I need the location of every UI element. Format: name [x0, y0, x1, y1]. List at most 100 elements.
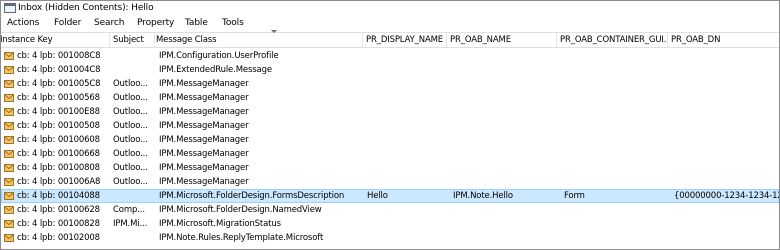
cell-message-class: IPM.Note.Rules.ReplyTemplate.Microsoft	[159, 233, 324, 243]
column-header-oab-dn[interactable]: PR_OAB_DN	[668, 33, 779, 47]
menu-actions[interactable]: Actions	[7, 18, 39, 29]
cell-display-name	[367, 91, 447, 105]
cell-message-class: IPM.Configuration.UserProfile	[159, 51, 279, 61]
table-row[interactable]: cb: 4 lpb: 00100568 Outloo... IPM.MessageM…	[1, 91, 779, 105]
table-row[interactable]: cb: 4 lpb: 001004C8 IPM.ExtendedRule.Mess…	[1, 63, 779, 77]
column-header-subject[interactable]: Subject	[110, 33, 155, 47]
cell-instance-key: cb: 4 lpb: 00100568	[17, 93, 100, 103]
cell-subject: Outloo...	[113, 93, 148, 103]
cell-message-class: IPM.ExtendedRule.Message	[159, 65, 272, 75]
table-row[interactable]: cb: 4 lpb: 001008C8 IPM.Configuration.Use…	[1, 49, 779, 63]
cell-display-name	[367, 217, 447, 231]
envelope-icon	[4, 108, 14, 116]
cell-oab-dn: {00000000-1234-1234-12...	[674, 191, 779, 201]
cell-instance-key: cb: 4 lpb: 00100628	[17, 205, 100, 215]
column-header-instance-key[interactable]: Instance Key	[1, 33, 110, 47]
cell-display-name	[367, 203, 447, 217]
cell-oab-dn	[674, 105, 779, 119]
cell-instance-key: cb: 4 lpb: 00100608	[17, 135, 100, 145]
cell-oab-container-guid	[564, 161, 668, 175]
window-app-icon	[4, 3, 16, 13]
cell-display-name	[367, 133, 447, 147]
table-row[interactable]: cb: 4 lpb: 00100628 Comp... IPM.Microsoft.…	[1, 203, 779, 217]
table-row[interactable]: cb: 4 lpb: 00100E88 Outloo... IPM.MessageM…	[1, 105, 779, 119]
cell-message-class: IPM.MessageManager	[159, 135, 249, 145]
table-row[interactable]: cb: 4 lpb: 00100508 Outloo... IPM.MessageM…	[1, 119, 779, 133]
envelope-icon	[4, 206, 14, 214]
cell-oab-container-guid	[564, 133, 668, 147]
cell-display-name: Hello	[367, 191, 388, 201]
title-bar: Inbox (Hidden Contents): Hello	[1, 1, 779, 16]
cell-message-class: IPM.MessageManager	[159, 177, 249, 187]
envelope-icon	[4, 66, 14, 74]
cell-oab-dn	[674, 133, 779, 147]
cell-display-name	[367, 175, 447, 189]
menu-folder[interactable]: Folder	[54, 18, 81, 29]
cell-oab-name	[453, 105, 557, 119]
cell-oab-name: IPM.Note.Hello	[453, 191, 513, 201]
cell-subject: Outloo...	[113, 121, 148, 131]
table-row[interactable]: cb: 4 lpb: 00100608 Outloo... IPM.MessageM…	[1, 133, 779, 147]
cell-oab-name	[453, 119, 557, 133]
table-header: Instance Key Subject Message Class PR_DI…	[1, 30, 779, 48]
envelope-icon	[4, 136, 14, 144]
cell-oab-container-guid	[564, 77, 668, 91]
cell-oab-container-guid	[564, 91, 668, 105]
envelope-icon	[4, 80, 14, 88]
cell-subject	[113, 63, 153, 77]
cell-instance-key: cb: 4 lpb: 001004C8	[17, 65, 101, 75]
envelope-icon	[4, 220, 14, 228]
table-row[interactable]: cb: 4 lpb: 001006A8 Outloo... IPM.MessageM…	[1, 175, 779, 189]
cell-oab-name	[453, 147, 557, 161]
cell-oab-name	[453, 91, 557, 105]
menu-search[interactable]: Search	[94, 18, 124, 29]
cell-display-name	[367, 63, 447, 77]
cell-instance-key: cb: 4 lpb: 00100828	[17, 219, 100, 229]
table-row[interactable]: cb: 4 lpb: 00100828 IPM.Mi... IPM.Microsof…	[1, 217, 779, 231]
cell-instance-key: cb: 4 lpb: 00100808	[17, 163, 100, 173]
cell-subject: Outloo...	[113, 107, 148, 117]
cell-oab-container-guid	[564, 63, 668, 77]
cell-subject: Outloo...	[113, 163, 148, 173]
cell-subject: Outloo...	[113, 149, 148, 159]
cell-oab-name	[453, 133, 557, 147]
table-row[interactable]: cb: 4 lpb: 00100668 Outloo... IPM.MessageM…	[1, 147, 779, 161]
column-header-oab-name[interactable]: PR_OAB_NAME	[447, 33, 557, 47]
column-header-message-class[interactable]: Message Class	[153, 33, 363, 47]
window-title: Inbox (Hidden Contents): Hello	[18, 3, 154, 13]
column-header-display-name[interactable]: PR_DISPLAY_NAME	[363, 33, 447, 47]
cell-oab-name	[453, 77, 557, 91]
table-row[interactable]: cb: 4 lpb: 00100808 Outloo... IPM.MessageM…	[1, 161, 779, 175]
cell-message-class: IPM.MessageManager	[159, 163, 249, 173]
cell-subject: Outloo...	[113, 135, 148, 145]
cell-subject	[113, 231, 153, 245]
cell-oab-container-guid	[564, 119, 668, 133]
menu-table[interactable]: Table	[185, 18, 208, 29]
cell-display-name	[367, 105, 447, 119]
cell-message-class: IPM.Microsoft.FolderDesign.NamedView	[159, 205, 322, 215]
column-header-oab-container-guid[interactable]: PR_OAB_CONTAINER_GUI...	[557, 33, 668, 47]
cell-oab-dn	[674, 49, 779, 63]
table-row[interactable]: cb: 4 lpb: 00102008 IPM.Note.Rules.ReplyT…	[1, 231, 779, 245]
cell-message-class: IPM.Microsoft.FolderDesign.FormsDescript…	[159, 191, 345, 201]
cell-oab-container-guid	[564, 175, 668, 189]
cell-oab-dn	[674, 77, 779, 91]
cell-instance-key: cb: 4 lpb: 00100E88	[17, 107, 100, 117]
envelope-icon	[4, 150, 14, 158]
cell-display-name	[367, 49, 447, 63]
cell-message-class: IPM.Microsoft.MigrationStatus	[159, 219, 281, 229]
table-row[interactable]: cb: 4 lpb: 001005C8 Outloo... IPM.MessageM…	[1, 77, 779, 91]
cell-oab-dn	[674, 161, 779, 175]
cell-oab-dn	[674, 91, 779, 105]
menu-property[interactable]: Property	[137, 18, 174, 29]
envelope-icon	[4, 192, 14, 200]
menu-tools[interactable]: Tools	[222, 18, 244, 29]
cell-instance-key: cb: 4 lpb: 00100508	[17, 121, 100, 131]
cell-subject	[113, 189, 153, 203]
cell-instance-key: cb: 4 lpb: 001008C8	[17, 51, 101, 61]
cell-oab-dn	[674, 231, 779, 245]
cell-oab-name	[453, 63, 557, 77]
table-row[interactable]: cb: 4 lpb: 00104088 IPM.Microsoft.FolderD…	[1, 189, 779, 203]
cell-display-name	[367, 231, 447, 245]
cell-message-class: IPM.MessageManager	[159, 121, 249, 131]
